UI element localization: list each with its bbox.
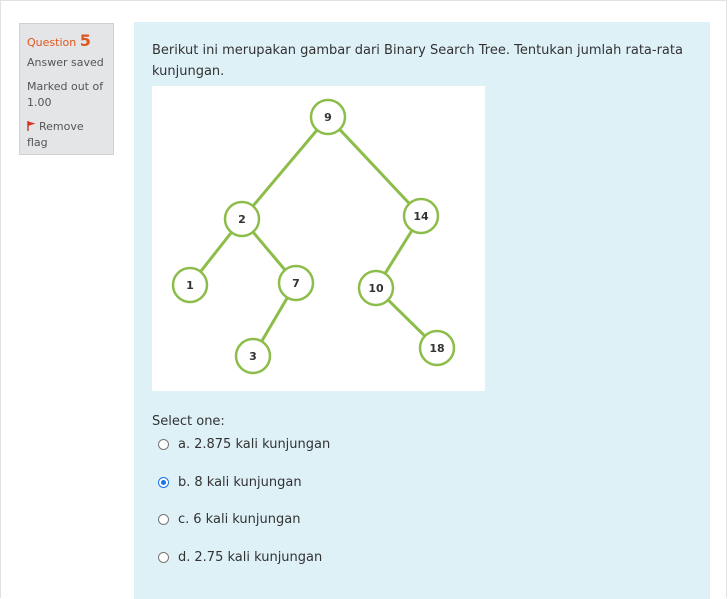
question-content: Berikut ini merupakan gambar dari Binary…	[134, 22, 710, 599]
tree-node-18: 18	[418, 329, 456, 367]
option-b-letter: b.	[178, 474, 191, 490]
tree-node-label: 2	[238, 213, 246, 226]
option-d-letter: d.	[178, 549, 191, 565]
tree-node-label: 18	[429, 342, 444, 355]
tree-node-9: 9	[309, 98, 347, 136]
tree-node-label: 7	[292, 277, 300, 290]
option-d[interactable]: d. 2.75 kali kunjungan	[158, 547, 458, 567]
select-one-prompt: Select one:	[152, 414, 225, 429]
tree-node-7: 7	[277, 264, 315, 302]
remove-flag-link[interactable]: Remove flag	[27, 119, 106, 151]
question-info: Question 5 Answer saved Marked out of 1.…	[19, 23, 114, 155]
option-a-letter: a.	[178, 436, 191, 452]
tree-node-2: 2	[223, 200, 261, 238]
question-state: Answer saved	[27, 56, 104, 69]
option-d-radio[interactable]	[158, 551, 169, 563]
bst-image: 9 2 14 1 7 10 3 18	[152, 86, 485, 391]
option-b-radio[interactable]	[158, 476, 169, 488]
tree-node-label: 3	[249, 350, 257, 363]
question-text: Berikut ini merupakan gambar dari Binary…	[152, 43, 683, 79]
option-a-text: 2.875 kali kunjungan	[194, 436, 331, 452]
option-c-radio[interactable]	[158, 513, 169, 525]
flag-icon	[27, 121, 36, 131]
tree-node-label: 14	[413, 210, 429, 223]
option-c-letter: c.	[178, 511, 190, 527]
option-c[interactable]: c. 6 kali kunjungan	[158, 509, 458, 529]
option-b-text: 8 kali kunjungan	[194, 474, 302, 490]
tree-edge-9-14	[326, 115, 423, 218]
tree-node-10: 10	[357, 269, 395, 307]
option-d-text: 2.75 kali kunjungan	[194, 549, 323, 565]
option-a[interactable]: a. 2.875 kali kunjungan	[158, 434, 458, 454]
tree-node-1: 1	[171, 266, 209, 304]
tree-node-14: 14	[402, 197, 440, 235]
option-c-text: 6 kali kunjungan	[193, 511, 301, 527]
question-grade: Marked out of 1.00	[27, 80, 104, 109]
option-a-radio[interactable]	[158, 438, 169, 450]
tree-edge-9-2	[240, 116, 330, 220]
question-number: Question 5	[27, 31, 106, 50]
option-b[interactable]: b. 8 kali kunjungan	[158, 472, 458, 492]
bst-diagram: 92 141 7 10318	[171, 98, 456, 375]
question-number-value: 5	[79, 31, 91, 50]
tree-node-3: 3	[234, 337, 272, 375]
tree-node-label: 9	[324, 111, 332, 124]
tree-node-label: 10	[368, 282, 384, 295]
question-label: Question	[27, 36, 77, 49]
tree-node-label: 1	[186, 279, 194, 292]
